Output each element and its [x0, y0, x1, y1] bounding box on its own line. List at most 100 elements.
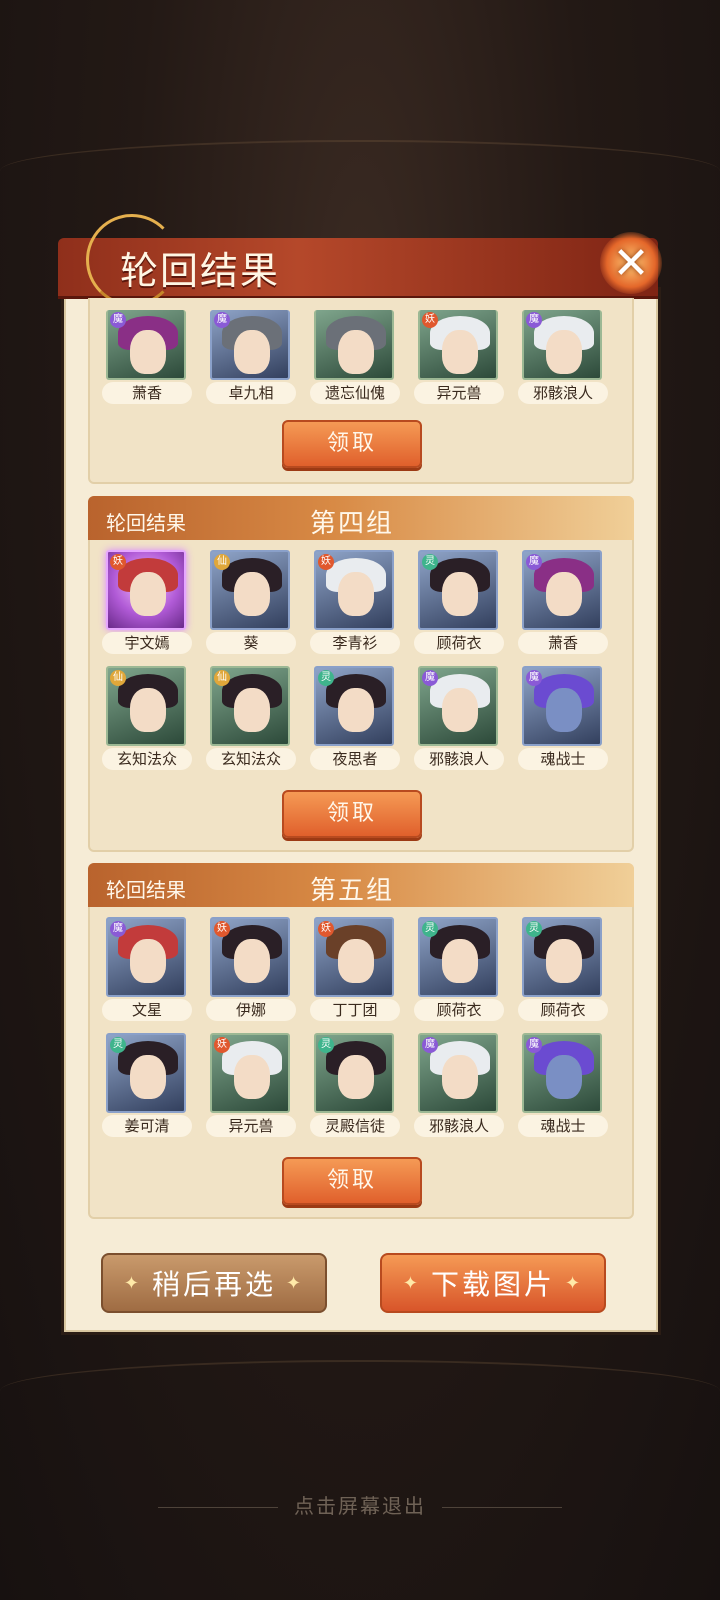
- faction-badge-icon: 妖: [422, 312, 438, 328]
- hero-card[interactable]: 魔邪骸浪人: [518, 300, 608, 408]
- hero-face: [338, 939, 374, 983]
- faction-badge-icon: 灵: [422, 554, 438, 570]
- hero-portrait: 魔: [106, 917, 186, 997]
- group-header: 轮回结果 第五组: [88, 863, 634, 907]
- hero-face: [442, 1055, 478, 1099]
- hero-card[interactable]: 妖异元兽: [414, 300, 504, 408]
- hero-name: 文星: [102, 999, 192, 1021]
- claim-button[interactable]: 领取: [282, 790, 422, 838]
- hero-name: 丁丁团: [310, 999, 400, 1021]
- download-image-button[interactable]: ✦ 下载图片 ✦: [380, 1253, 606, 1313]
- hero-face: [338, 1055, 374, 1099]
- hero-card[interactable]: 魔邪骸浪人: [414, 666, 504, 774]
- background-wave: [0, 1360, 720, 1422]
- exit-hint[interactable]: 点击屏幕退出: [0, 1490, 720, 1519]
- hero-portrait: 妖: [210, 1033, 290, 1113]
- hero-portrait: 魔: [418, 666, 498, 746]
- hero-card[interactable]: 妖异元兽: [206, 1033, 296, 1141]
- group-5: 轮回结果 第五组 魔文星妖伊娜妖丁丁团灵顾荷衣灵顾荷衣灵姜可清妖异元兽灵灵殿信徒…: [88, 863, 634, 1219]
- faction-badge-icon: 灵: [422, 921, 438, 937]
- hero-face: [546, 1055, 582, 1099]
- hero-card[interactable]: 魔文星: [102, 917, 192, 1025]
- hero-card[interactable]: 仙葵: [206, 550, 296, 658]
- hero-portrait: 灵: [106, 1033, 186, 1113]
- hero-card[interactable]: 魔萧香: [102, 300, 192, 408]
- group-name: 第四组: [310, 509, 395, 539]
- group-partial: 魔萧香魔卓九相 遗忘仙傀妖异元兽魔邪骸浪人 领取: [88, 298, 634, 484]
- sparkle-icon: ✦: [402, 1272, 421, 1294]
- faction-badge-icon: 灵: [318, 1037, 334, 1053]
- hero-card[interactable]: 魔邪骸浪人: [414, 1033, 504, 1141]
- divider: [158, 1507, 278, 1508]
- hero-face: [442, 939, 478, 983]
- hero-card[interactable]: 灵灵殿信徒: [310, 1033, 400, 1141]
- hero-portrait: 灵: [314, 666, 394, 746]
- divider: [442, 1507, 562, 1508]
- hero-card[interactable]: 灵夜思者: [310, 666, 400, 774]
- faction-badge-icon: 魔: [214, 312, 230, 328]
- hero-card[interactable]: 仙玄知法众: [102, 666, 192, 774]
- hero-name: 玄知法众: [206, 748, 296, 770]
- group-name: 第五组: [310, 876, 395, 906]
- hero-card[interactable]: 遗忘仙傀: [310, 300, 400, 408]
- faction-badge-icon: 灵: [526, 921, 542, 937]
- hero-name: 卓九相: [206, 382, 296, 404]
- hero-card[interactable]: 灵顾荷衣: [414, 550, 504, 658]
- group-4: 轮回结果 第四组 妖宇文嫣仙葵妖李青衫灵顾荷衣魔萧香仙玄知法众仙玄知法众灵夜思者…: [88, 496, 634, 852]
- hero-portrait: 魔: [418, 1033, 498, 1113]
- hero-card[interactable]: 妖丁丁团: [310, 917, 400, 1025]
- choose-later-button[interactable]: ✦ 稍后再选 ✦: [101, 1253, 327, 1313]
- hero-name: 伊娜: [206, 999, 296, 1021]
- hero-face: [442, 688, 478, 732]
- hero-card[interactable]: 魔魂战士: [518, 666, 608, 774]
- hero-portrait: 妖: [418, 310, 498, 380]
- sparkle-icon: ✦: [286, 1272, 305, 1294]
- hero-card[interactable]: 魔萧香: [518, 550, 608, 658]
- hero-card[interactable]: 灵顾荷衣: [518, 917, 608, 1025]
- hero-card[interactable]: 灵顾荷衣: [414, 917, 504, 1025]
- hero-portrait: 魔: [522, 666, 602, 746]
- claim-button[interactable]: 领取: [282, 1157, 422, 1205]
- hero-face: [130, 688, 166, 732]
- group-label: 轮回结果: [106, 878, 186, 902]
- hero-card[interactable]: 仙玄知法众: [206, 666, 296, 774]
- hero-face: [338, 688, 374, 732]
- hero-portrait: 妖: [314, 917, 394, 997]
- close-button[interactable]: ✕: [600, 232, 662, 294]
- hero-face: [546, 572, 582, 616]
- faction-badge-icon: 魔: [110, 312, 126, 328]
- faction-badge-icon: 魔: [110, 921, 126, 937]
- faction-badge-icon: 魔: [526, 554, 542, 570]
- hero-card[interactable]: 魔卓九相: [206, 300, 296, 408]
- hero-name: 异元兽: [414, 382, 504, 404]
- hero-card[interactable]: 魔魂战士: [518, 1033, 608, 1141]
- hero-name: 玄知法众: [102, 748, 192, 770]
- hero-portrait: 魔: [210, 310, 290, 380]
- hero-face: [546, 939, 582, 983]
- choose-later-label: 稍后再选: [151, 1268, 276, 1301]
- hero-name: 姜可清: [102, 1115, 192, 1137]
- faction-badge-icon: 仙: [214, 554, 230, 570]
- hero-name: 宇文嫣: [102, 632, 192, 654]
- hero-card[interactable]: 灵姜可清: [102, 1033, 192, 1141]
- sparkle-icon: ✦: [123, 1272, 142, 1294]
- faction-badge-icon: 灵: [318, 670, 334, 686]
- background-wave: [0, 140, 720, 202]
- hero-portrait: 妖: [106, 550, 186, 630]
- claim-button[interactable]: 领取: [282, 420, 422, 468]
- faction-badge-icon: 妖: [214, 1037, 230, 1053]
- hero-card[interactable]: 妖伊娜: [206, 917, 296, 1025]
- hero-card[interactable]: 妖李青衫: [310, 550, 400, 658]
- hero-portrait: 灵: [314, 1033, 394, 1113]
- hero-name: 邪骸浪人: [414, 1115, 504, 1137]
- hero-name: 顾荷衣: [518, 999, 608, 1021]
- hero-face: [234, 1055, 270, 1099]
- faction-badge-icon: 妖: [110, 554, 126, 570]
- hero-card[interactable]: 妖宇文嫣: [102, 550, 192, 658]
- hero-face: [130, 330, 166, 374]
- hero-face: [546, 688, 582, 732]
- hero-portrait: 魔: [522, 1033, 602, 1113]
- hero-portrait: 魔: [522, 550, 602, 630]
- hero-face: [338, 572, 374, 616]
- hero-name: 葵: [206, 632, 296, 654]
